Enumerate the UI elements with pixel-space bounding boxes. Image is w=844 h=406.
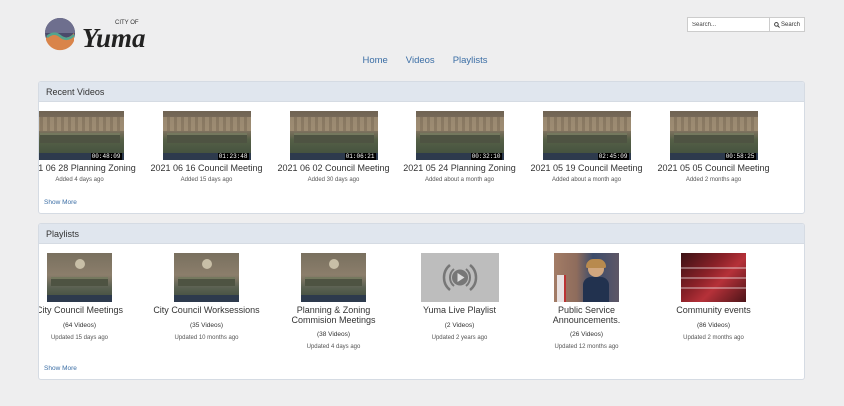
playlist-title[interactable]: City Council Worksessions [143, 305, 270, 316]
playlist-video-count: (26 Videos) [569, 331, 604, 338]
playlist-video-count: (38 Videos) [316, 331, 351, 338]
playlist-card[interactable]: Community events (86 Videos) Updated 2 mon… [650, 253, 777, 341]
yuma-logo-graphic: CITY OF Yuma [45, 18, 146, 53]
video-added-date: Added 30 days ago [307, 177, 360, 183]
playlist-thumbnail[interactable] [174, 253, 239, 302]
playlist-updated-date: Updated 2 months ago [683, 334, 744, 341]
playlist-updated-date: Updated 10 months ago [174, 334, 239, 341]
main-nav: Home Videos Playlists [0, 55, 844, 66]
video-duration: 00:58:25 [724, 153, 756, 160]
city-of-yuma-logo[interactable]: CITY OF Yuma [44, 14, 162, 53]
playlist-video-count: (64 Videos) [62, 321, 97, 329]
recent-videos-show-more[interactable]: Show More [44, 199, 77, 206]
video-thumbnail[interactable]: 02:45:09 [542, 111, 631, 160]
playlist-video-count: (86 Videos) [696, 321, 731, 329]
nav-videos[interactable]: Videos [406, 55, 435, 66]
playlist-video-count: (2 Videos) [444, 321, 475, 329]
video-added-date: Added about a month ago [551, 177, 622, 183]
playlist-card[interactable]: Yuma Live Playlist (2 Videos) Updated 2 ye… [396, 253, 523, 341]
playlist-title[interactable]: Community events [650, 305, 777, 316]
playlist-updated-date: Updated 2 years ago [431, 334, 488, 341]
video-duration: 01:23:48 [217, 153, 249, 160]
playlist-card[interactable]: City Council Worksessions (35 Videos) Upda… [143, 253, 270, 341]
video-duration: 01:06:21 [344, 153, 376, 160]
video-card[interactable]: 00:32:10 2021 05 24 Planning Zoning Added … [396, 111, 523, 183]
nav-playlists[interactable]: Playlists [453, 55, 488, 66]
video-title[interactable]: 2021 06 28 Planning Zoning [39, 163, 143, 173]
playlist-thumbnail[interactable] [420, 253, 499, 302]
video-card[interactable]: 00:58:25 2021 05 05 Council Meeting Added … [650, 111, 777, 183]
video-card[interactable]: 01:06:21 2021 06 02 Council Meeting Added … [270, 111, 397, 183]
playlists-panel: Playlists City Council Meetings (64 Video… [38, 223, 805, 380]
video-added-date: Added 2 months ago [685, 177, 742, 183]
video-card[interactable]: 02:45:09 2021 05 19 Council Meeting Added … [523, 111, 650, 183]
playlists-show-more[interactable]: Show More [44, 365, 77, 372]
video-duration: 00:32:10 [470, 153, 502, 160]
search-bar: Search [687, 17, 805, 32]
playlist-thumbnail[interactable] [301, 253, 366, 302]
playlist-updated-date: Updated 12 months ago [554, 344, 619, 350]
video-duration: 02:45:09 [597, 153, 629, 160]
search-icon [774, 21, 780, 28]
playlist-card[interactable]: City Council Meetings (64 Videos) Updated … [39, 253, 143, 341]
recent-videos-heading: Recent Videos [39, 82, 804, 102]
video-card[interactable]: 01:23:48 2021 06 16 Council Meeting Added … [143, 111, 270, 183]
playlist-thumbnail[interactable] [554, 253, 619, 302]
video-added-date: Added 4 days ago [55, 177, 104, 183]
video-thumbnail[interactable]: 00:48:09 [39, 111, 124, 160]
recent-videos-panel: Recent Videos 00:48:09 2021 06 28 Plannin… [38, 81, 805, 214]
playlist-thumbnail[interactable] [681, 253, 746, 302]
video-title[interactable]: 2021 05 19 Council Meeting [523, 163, 650, 173]
video-title[interactable]: 2021 06 16 Council Meeting [143, 163, 270, 173]
video-thumbnail[interactable]: 00:32:10 [415, 111, 504, 160]
playlist-updated-date: Updated 4 days ago [306, 344, 361, 350]
playlist-updated-date: Updated 15 days ago [50, 334, 109, 341]
playlist-title[interactable]: Yuma Live Playlist [396, 305, 523, 316]
playlist-card[interactable]: Public Service Announcements. (26 Videos)… [523, 253, 650, 350]
video-thumbnail[interactable]: 01:23:48 [162, 111, 251, 160]
playlist-title[interactable]: City Council Meetings [39, 305, 143, 316]
video-title[interactable]: 2021 06 02 Council Meeting [270, 163, 397, 173]
video-thumbnail[interactable]: 00:58:25 [669, 111, 758, 160]
playlist-card[interactable]: Planning & Zoning Commision Meetings (38 … [270, 253, 397, 350]
video-thumbnail[interactable]: 01:06:21 [289, 111, 378, 160]
video-duration: 00:48:09 [90, 153, 122, 160]
video-added-date: Added 15 days ago [180, 177, 233, 183]
video-card[interactable]: 00:48:09 2021 06 28 Planning Zoning Added … [39, 111, 143, 183]
video-added-date: Added about a month ago [424, 177, 495, 183]
video-title[interactable]: 2021 05 05 Council Meeting [650, 163, 777, 173]
search-button[interactable]: Search [769, 17, 805, 32]
playlist-title[interactable]: Planning & Zoning Commision Meetings [290, 305, 378, 325]
playlist-thumbnail[interactable] [47, 253, 112, 302]
playlists-heading: Playlists [39, 224, 804, 244]
playlist-title[interactable]: Public Service Announcements. [547, 305, 627, 325]
logo-main-text: Yuma [82, 23, 146, 52]
search-button-label: Search [780, 21, 800, 28]
search-input[interactable] [687, 17, 769, 32]
playlist-video-count: (35 Videos) [189, 321, 224, 329]
video-title[interactable]: 2021 05 24 Planning Zoning [396, 163, 523, 173]
play-icon [442, 264, 477, 291]
nav-home[interactable]: Home [362, 55, 387, 66]
